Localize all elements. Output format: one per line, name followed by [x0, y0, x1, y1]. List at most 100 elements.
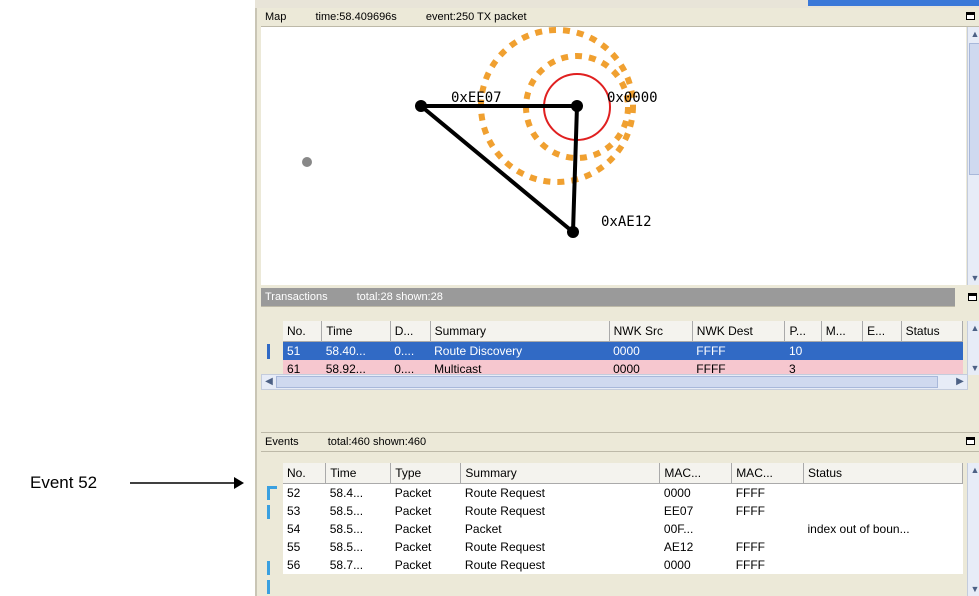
node-0000[interactable]: [571, 100, 583, 112]
event-annotation-label: Event 52: [30, 473, 98, 492]
cell: Route Discovery: [430, 341, 610, 360]
node-label-ae12: 0xAE12: [601, 214, 652, 230]
route-path: [419, 104, 580, 237]
map-vertical-scrollbar[interactable]: ▲ ▼: [967, 27, 979, 285]
events-title: Events: [265, 436, 299, 448]
row-marker: [267, 580, 270, 594]
node-idle[interactable]: [302, 157, 312, 167]
annotation-arrow-icon: [130, 477, 244, 489]
row-marker: [267, 505, 270, 519]
events-maximize-icon[interactable]: [966, 437, 975, 445]
transactions-horizontal-scrollbar[interactable]: ◀ ▶: [261, 374, 968, 390]
col-nwk-dest[interactable]: NWK Dest: [692, 321, 786, 342]
cell: 51: [283, 341, 322, 360]
cell: Packet: [394, 540, 432, 554]
cell: 58.5...: [329, 522, 364, 536]
cell: 0000: [663, 486, 691, 500]
transactions-maximize-icon[interactable]: [968, 293, 977, 301]
cell: FFFF: [692, 341, 785, 360]
cell: Packet: [394, 486, 432, 500]
events-stats: total:460 shown:460: [327, 436, 427, 448]
node-label-0000: 0x0000: [607, 90, 658, 106]
events-table: No. Time Type Summary MAC... MAC... Stat…: [283, 463, 963, 574]
table-row[interactable]: 54 58.5... Packet Packet 00F... index ou…: [283, 520, 963, 538]
transactions-title: Transactions: [265, 291, 328, 303]
app-window: Map time:58.409696s event:250 TX packet …: [255, 8, 979, 596]
table-row[interactable]: 55 58.5... Packet Route Request AE12 FFF…: [283, 538, 963, 556]
cell: 58.5...: [329, 540, 364, 554]
cell: [804, 484, 963, 503]
cell: Packet: [394, 504, 432, 518]
cell: 58.40...: [321, 341, 391, 360]
scroll-up-icon[interactable]: ▲: [968, 27, 979, 41]
active-tab-accent: [808, 0, 979, 6]
col-e[interactable]: E...: [862, 321, 902, 342]
col-type[interactable]: Type: [390, 463, 462, 484]
cell: 53: [287, 504, 301, 518]
cell: Route Request: [464, 504, 545, 518]
col-duration[interactable]: D...: [390, 321, 431, 342]
cell: AE12: [663, 540, 694, 554]
top-window-strip: [255, 0, 979, 8]
scroll-thumb[interactable]: [276, 376, 938, 388]
table-row[interactable]: 52 58.4... Packet Route Request 0000 FFF…: [283, 483, 963, 503]
cell: FFFF: [735, 486, 766, 500]
cell: FFFF: [735, 540, 766, 554]
table-row[interactable]: 56 58.7... Packet Route Request 0000 FFF…: [283, 556, 963, 574]
map-header: Map time:58.409696s event:250 TX packet: [261, 8, 979, 27]
col-status[interactable]: Status: [901, 321, 964, 342]
cell: 0000: [609, 341, 693, 360]
col-time[interactable]: Time: [321, 321, 391, 342]
col-mac-src[interactable]: MAC...: [659, 463, 733, 484]
cell: 00F...: [663, 522, 694, 536]
cell: Route Request: [464, 486, 545, 500]
map-event: event:250 TX packet: [425, 11, 527, 23]
cell: FFFF: [735, 504, 766, 518]
col-m[interactable]: M...: [821, 321, 864, 342]
cell: [901, 341, 963, 360]
cell: 10: [784, 341, 822, 360]
cell: Packet: [394, 558, 432, 572]
col-time[interactable]: Time: [325, 463, 392, 484]
node-label-ee07: 0xEE07: [451, 90, 502, 106]
map-canvas[interactable]: 0xEE07 0x0000 0xAE12: [261, 27, 966, 285]
cell: index out of boun...: [807, 522, 910, 536]
events-vertical-scrollbar[interactable]: ▲ ▼: [967, 463, 979, 596]
cell: Route Request: [464, 558, 545, 572]
cell: FFFF: [735, 558, 766, 572]
cell: [804, 538, 963, 556]
row-marker: [267, 344, 270, 359]
col-mac-dest[interactable]: MAC...: [731, 463, 804, 484]
scroll-up-icon[interactable]: ▲: [968, 321, 979, 335]
table-row[interactable]: 53 58.5... Packet Route Request EE07 FFF…: [283, 502, 963, 520]
col-no[interactable]: No.: [283, 463, 327, 484]
col-summary[interactable]: Summary: [460, 463, 661, 484]
network-map: 0xEE07 0x0000 0xAE12: [302, 27, 658, 238]
map-maximize-icon[interactable]: [966, 12, 975, 20]
col-status[interactable]: Status: [803, 463, 963, 484]
scroll-down-icon[interactable]: ▼: [968, 582, 979, 596]
scroll-thumb[interactable]: [969, 43, 979, 175]
col-summary[interactable]: Summary: [430, 321, 610, 342]
col-no[interactable]: No.: [283, 321, 323, 342]
transactions-stats: total:28 shown:28: [356, 291, 443, 303]
scroll-down-icon[interactable]: ▼: [968, 361, 979, 375]
transactions-header-row: No. Time D... Summary NWK Src NWK Dest P…: [283, 321, 964, 342]
table-row[interactable]: 51 58.40... 0.... Route Discovery 0000 F…: [283, 341, 963, 360]
transactions-table: No. Time D... Summary NWK Src NWK Dest P…: [283, 321, 964, 378]
col-p[interactable]: P...: [784, 321, 822, 342]
events-header-row: No. Time Type Summary MAC... MAC... Stat…: [283, 463, 963, 484]
node-ae12[interactable]: [567, 226, 579, 238]
scroll-right-icon[interactable]: ▶: [953, 375, 967, 389]
cell: [804, 502, 963, 520]
scroll-left-icon[interactable]: ◀: [262, 375, 276, 389]
scroll-up-icon[interactable]: ▲: [968, 463, 979, 477]
col-nwk-src[interactable]: NWK Src: [609, 321, 693, 342]
cell: 56: [287, 558, 301, 572]
cell: 58.7...: [329, 558, 364, 572]
cell: [862, 341, 902, 360]
cell: [821, 341, 863, 360]
node-ee07[interactable]: [415, 100, 427, 112]
scroll-down-icon[interactable]: ▼: [968, 271, 979, 285]
transactions-vertical-scrollbar[interactable]: ▲ ▼: [967, 321, 979, 375]
